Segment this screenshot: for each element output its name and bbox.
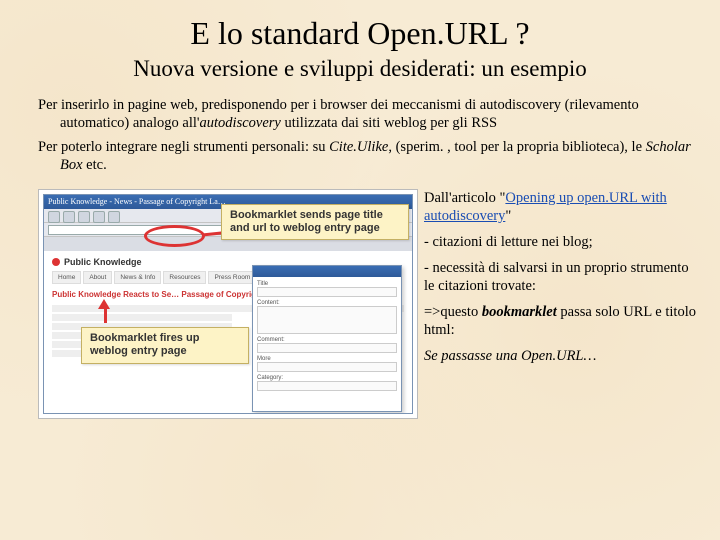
logo-text: Public Knowledge [64,257,142,267]
popup-field [257,287,397,297]
red-arrow-line [104,309,107,323]
text: Per poterlo integrare negli strumenti pe… [38,139,329,155]
popup-field [257,306,397,334]
nav-item: News & Info [114,271,161,284]
bold-italic-text: bookmarklet [482,304,557,320]
caption-2: - citazioni di letture nei blog; [424,233,700,251]
popup-field [257,362,397,372]
stop-icon [93,211,105,223]
text: Dall'articolo " [424,190,505,206]
weblog-popup: Title Content: Comment: More Category: [252,265,402,412]
popup-field [257,343,397,353]
text: " [505,208,511,224]
paragraph-2: Per poterlo integrare negli strumenti pe… [20,138,700,174]
paragraph-1: Per inserirlo in pagine web, predisponen… [20,96,700,132]
text: etc. [83,157,107,173]
caption-4: =>questo bookmarklet passa solo URL e ti… [424,303,700,339]
logo-dot-icon [52,258,60,266]
screenshot-figure: Public Knowledge - News - Passage of Cop… [38,189,418,419]
callout-bubble-2: Bookmarklet fires up weblog entry page [81,327,249,363]
nav-item: Press Room [208,271,256,284]
popup-body: Title Content: Comment: More Category: [253,277,401,398]
title: E lo standard Open.URL ? [20,15,700,52]
italic-text: Cite.Ulike [329,139,388,155]
italic-text: Se passasse una Open.URL… [424,348,596,364]
caption-5: Se passasse una Open.URL… [424,347,700,365]
right-text-column: Dall'articolo "Opening up open.URL with … [424,189,700,419]
nav-item: Home [52,271,81,284]
nav-item: Resources [163,271,206,284]
lower-columns: Public Knowledge - News - Passage of Cop… [20,189,700,419]
text: =>questo [424,304,482,320]
back-icon [48,211,60,223]
text: , (sperim. , tool per la propria bibliot… [388,139,645,155]
text: utilizzata dai siti weblog per gli RSS [281,115,497,131]
popup-field [257,381,397,391]
nav-item: About [83,271,112,284]
popup-titlebar [253,266,401,277]
home-icon [108,211,120,223]
slide: E lo standard Open.URL ? Nuova versione … [0,0,720,429]
forward-icon [63,211,75,223]
red-oval-annotation [144,225,205,247]
subtitle: Nuova versione e sviluppi desiderati: un… [20,56,700,82]
caption-3: - necessità di salvarsi in un proprio st… [424,259,700,295]
callout-bubble-1: Bookmarklet sends page title and url to … [221,204,409,240]
red-arrow-head-icon [98,299,110,309]
reload-icon [78,211,90,223]
italic-text: autodiscovery [200,115,281,131]
caption-1: Dall'articolo "Opening up open.URL with … [424,189,700,225]
text-line [52,314,232,321]
